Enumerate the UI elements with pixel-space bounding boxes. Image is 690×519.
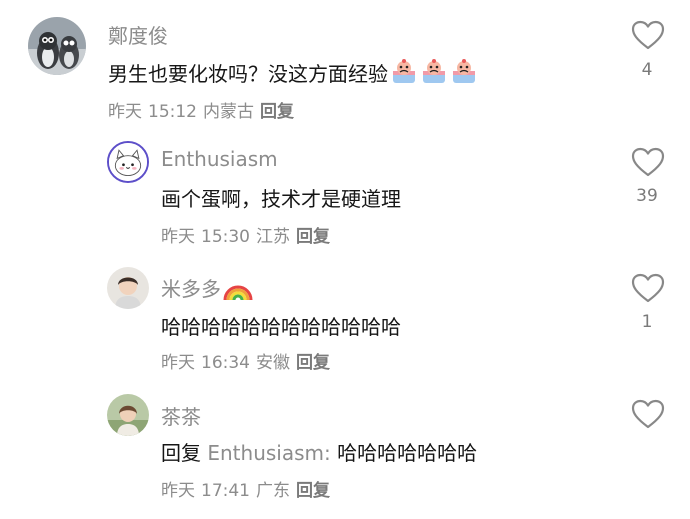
comment-location: 安徽	[256, 353, 290, 373]
person-avatar[interactable]	[107, 394, 149, 436]
comment-text: 画个蛋啊，技术才是硬道理	[161, 187, 401, 211]
like-heart-icon[interactable]	[631, 273, 665, 303]
comment-username[interactable]: 茶茶	[161, 401, 201, 430]
reply-prefix: 回复	[161, 441, 201, 465]
comment-date: 昨天	[161, 227, 195, 247]
comment-time: 15:12	[148, 102, 197, 122]
comment-location: 内蒙古	[203, 102, 254, 122]
comment-meta: 昨天 16:34 安徽 回复	[161, 348, 336, 373]
like-count: 39	[636, 186, 658, 206]
sad-cake-emoji	[420, 59, 448, 90]
penguin-avatar[interactable]	[28, 17, 86, 75]
comment-meta: 昨天 17:41 广东 回复	[161, 476, 336, 501]
comment-text: 回复 Enthusiasm: 哈哈哈哈哈哈哈	[161, 437, 477, 466]
comment-username[interactable]: 米多多	[161, 273, 253, 305]
sad-cake-emoji	[450, 59, 478, 90]
comment-username[interactable]: 鄭度俊	[108, 20, 168, 49]
like-count: 1	[641, 312, 653, 332]
reply-button[interactable]: 回复	[296, 227, 330, 247]
rainbow-emoji	[223, 278, 253, 305]
cat-avatar[interactable]	[107, 141, 149, 183]
comment-time: 16:34	[201, 353, 250, 373]
comment-location: 广东	[256, 481, 290, 501]
comment-date: 昨天	[161, 353, 195, 373]
comment-meta: 昨天 15:30 江苏 回复	[161, 222, 336, 247]
comment-username[interactable]: Enthusiasm	[161, 147, 278, 171]
username-text: 米多多	[161, 277, 221, 301]
comment-meta: 昨天 15:12 内蒙古 回复	[108, 97, 300, 122]
comment-time: 17:41	[201, 481, 250, 501]
like-heart-icon[interactable]	[631, 147, 665, 177]
reply-button[interactable]: 回复	[296, 353, 330, 373]
like-heart-icon[interactable]	[631, 20, 665, 50]
reply-target-username[interactable]: Enthusiasm:	[207, 441, 330, 465]
comment-text-content: 哈哈哈哈哈哈哈	[337, 441, 478, 465]
comment-text: 男生也要化妆吗？没这方面经验	[108, 58, 478, 90]
person-avatar[interactable]	[107, 267, 149, 309]
comment-date: 昨天	[161, 481, 195, 501]
like-count: 4	[641, 60, 653, 80]
comment-text-content: 男生也要化妆吗？没这方面经验	[108, 62, 388, 86]
sad-cake-emoji	[390, 59, 418, 90]
reply-button[interactable]: 回复	[296, 481, 330, 501]
comment-location: 江苏	[256, 227, 290, 247]
reply-button[interactable]: 回复	[260, 102, 294, 122]
comment-time: 15:30	[201, 227, 250, 247]
comment-date: 昨天	[108, 102, 142, 122]
like-heart-icon[interactable]	[631, 399, 665, 429]
comment-text: 哈哈哈哈哈哈哈哈哈哈哈哈	[161, 315, 401, 339]
